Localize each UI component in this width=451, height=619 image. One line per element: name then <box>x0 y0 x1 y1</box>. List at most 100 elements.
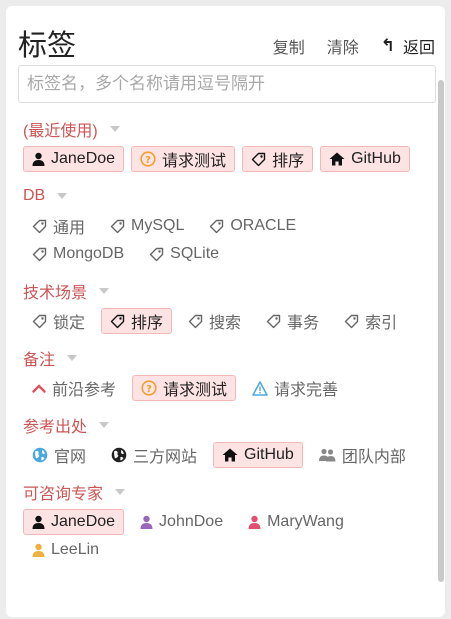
group-title: 备注 <box>23 352 56 369</box>
tag-item[interactable]: MaryWang <box>239 509 353 535</box>
tag-group: (最近使用) JaneDoe? 请求测试 排序 GitHub <box>23 118 428 174</box>
tag-group: 参考出处官网 三方网站 GitHub 团队内部 <box>23 414 428 470</box>
group-header[interactable]: 技术场景 <box>23 280 428 302</box>
tag-item[interactable]: 事务 <box>257 308 328 334</box>
chevron-up-icon <box>32 383 46 393</box>
tag-item[interactable]: ORACLE <box>200 213 305 239</box>
tag-item[interactable]: 请求完善 <box>243 375 347 401</box>
question-icon: ? <box>141 380 157 396</box>
tag-group: 技术场景锁定 排序 搜索 事务 索引 <box>23 280 428 336</box>
tag-label: LeeLin <box>51 541 100 558</box>
scrollbar[interactable] <box>438 80 444 582</box>
tag-label: 请求完善 <box>274 382 339 399</box>
tag-label: MaryWang <box>267 513 344 530</box>
tag-item[interactable]: 索引 <box>335 308 406 334</box>
group-title: 参考出处 <box>23 419 88 436</box>
tag-label: JaneDoe <box>51 150 116 167</box>
tag-label: 三方网站 <box>133 449 198 466</box>
warning-icon <box>252 380 268 396</box>
caret-down-icon[interactable] <box>115 489 126 495</box>
tag-name-input[interactable] <box>18 65 436 103</box>
tag-icon <box>110 219 125 234</box>
tag-item[interactable]: JaneDoe <box>23 146 125 172</box>
tag-item[interactable]: GitHub <box>320 146 410 172</box>
caret-down-icon[interactable] <box>99 422 110 428</box>
tag-item[interactable]: 三方网站 <box>102 442 206 468</box>
tag-item[interactable]: 通用 <box>23 213 94 239</box>
tag-groups: (最近使用) JaneDoe? 请求测试 排序 GitHub DB 通用 MySQL ORACL… <box>23 118 428 576</box>
tag-item[interactable]: 排序 <box>101 308 173 334</box>
tag-group: DB 通用 MySQL ORACLE MongoDB SQLite <box>23 185 428 269</box>
tag-item[interactable]: ? 请求测试 <box>131 146 236 172</box>
tag-label: 锁定 <box>53 315 86 332</box>
group-header[interactable]: (最近使用) <box>23 118 428 140</box>
group-title: 技术场景 <box>23 285 88 302</box>
tag-label: 事务 <box>287 315 320 332</box>
tag-item[interactable]: 搜索 <box>179 308 250 334</box>
group-header[interactable]: 备注 <box>23 347 428 369</box>
user-icon <box>32 152 45 166</box>
tag-label: MongoDB <box>53 245 125 262</box>
tag-item[interactable]: 前沿参考 <box>23 375 125 401</box>
tag-label: 请求测试 <box>163 382 228 399</box>
tag-list: 锁定 排序 搜索 事务 索引 <box>23 308 428 336</box>
group-title: 可咨询专家 <box>23 486 104 503</box>
tag-group: 备注 前沿参考? 请求测试 请求完善 <box>23 347 428 403</box>
back-button[interactable]: ↰ 返回 <box>381 34 435 58</box>
tag-label: 前沿参考 <box>52 382 117 399</box>
group-title: DB <box>23 187 46 204</box>
tag-item[interactable]: MongoDB <box>23 241 133 267</box>
back-arrow-icon: ↰ <box>380 36 395 55</box>
svg-text:?: ? <box>145 155 151 166</box>
header: 标签 复制 清除 ↰ 返回 <box>18 18 435 62</box>
tag-list: 通用 MySQL ORACLE MongoDB SQLite <box>23 213 428 269</box>
tag-item[interactable]: GitHub <box>213 442 303 468</box>
home-icon <box>222 448 238 462</box>
user-red-icon <box>248 515 261 529</box>
tag-label: ORACLE <box>230 217 297 234</box>
tag-icon <box>188 314 203 329</box>
tag-item[interactable]: 团队内部 <box>310 442 415 468</box>
copy-button[interactable]: 复制 <box>273 34 305 58</box>
tag-label: GitHub <box>351 150 401 167</box>
tag-item[interactable]: 排序 <box>242 146 314 172</box>
caret-down-icon[interactable] <box>57 193 68 199</box>
tag-group: 可咨询专家 JaneDoe JohnDoe MaryWang LeeLin <box>23 481 428 565</box>
tag-item[interactable]: JohnDoe <box>131 509 232 535</box>
tag-item[interactable]: 官网 <box>23 442 95 468</box>
tag-label: 请求测试 <box>162 153 227 170</box>
tag-item[interactable]: LeeLin <box>23 537 108 563</box>
tag-item[interactable]: SQLite <box>140 241 228 267</box>
tag-label: 通用 <box>53 220 86 237</box>
globe-icon <box>32 447 48 463</box>
tag-item[interactable]: MySQL <box>101 213 193 239</box>
tag-list: JaneDoe JohnDoe MaryWang LeeLin <box>23 509 428 565</box>
tag-list: JaneDoe? 请求测试 排序 GitHub <box>23 146 428 174</box>
team-icon <box>318 448 336 462</box>
tag-icon <box>32 219 47 234</box>
tag-item[interactable]: ? 请求测试 <box>132 375 237 401</box>
tag-item[interactable]: 锁定 <box>23 308 94 334</box>
tag-list: 前沿参考? 请求测试 请求完善 <box>23 375 428 403</box>
svg-text:?: ? <box>146 384 152 395</box>
group-title: (最近使用) <box>23 123 98 140</box>
home-icon <box>329 152 345 166</box>
user-purple-icon <box>140 515 153 529</box>
tag-icon <box>209 219 224 234</box>
tag-label: 搜索 <box>209 315 242 332</box>
clear-button[interactable]: 清除 <box>327 34 359 58</box>
group-header[interactable]: 参考出处 <box>23 414 428 436</box>
tag-label: 官网 <box>54 449 87 466</box>
tag-item[interactable]: JaneDoe <box>23 509 125 535</box>
tag-label: 索引 <box>365 315 398 332</box>
caret-down-icon[interactable] <box>99 288 110 294</box>
caret-down-icon[interactable] <box>109 126 120 132</box>
tag-label: JaneDoe <box>51 513 116 530</box>
tag-icon <box>149 247 164 262</box>
question-icon: ? <box>140 151 156 167</box>
globe-dark-icon <box>111 447 127 463</box>
tag-label: GitHub <box>244 446 294 463</box>
group-header[interactable]: DB <box>23 185 428 207</box>
caret-down-icon[interactable] <box>67 355 78 361</box>
group-header[interactable]: 可咨询专家 <box>23 481 428 503</box>
